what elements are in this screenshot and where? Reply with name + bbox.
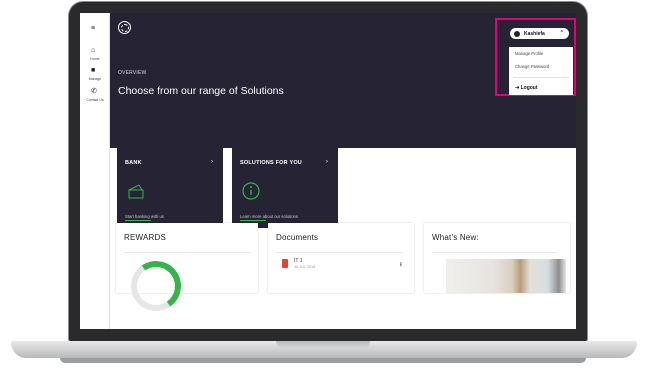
card-icon	[128, 184, 144, 199]
card-title: SOLUTIONS FOR YOU	[240, 160, 302, 166]
page-title: Choose from our range of Solutions	[118, 85, 284, 97]
card-underline	[240, 220, 266, 221]
sidebar-item-contact[interactable]: Contact Us	[80, 98, 110, 102]
hamburger-menu-icon[interactable]: ≡	[91, 25, 95, 32]
chevron-right-icon: ›	[326, 159, 328, 165]
bank-card[interactable]: BANK › Start banking with us	[117, 146, 223, 228]
phone-icon[interactable]: ✆	[91, 88, 97, 95]
divider	[276, 252, 402, 253]
rewards-gauge	[127, 257, 185, 315]
laptop-mockup: ≡ ⌂ Home ■ Manage ✆ Contact Us OVERVIEW …	[0, 0, 646, 375]
manage-profile-item[interactable]: Manage Profile	[515, 51, 543, 56]
whats-new-panel: What's New:	[424, 223, 570, 293]
panel-title: What's New:	[432, 233, 479, 242]
sidebar-item-manage[interactable]: Manage	[80, 77, 110, 81]
menu-divider	[513, 77, 569, 78]
username: Kashiefa	[524, 30, 545, 37]
home-icon[interactable]: ⌂	[91, 47, 95, 54]
chevron-right-icon: ›	[211, 159, 213, 165]
card-link[interactable]: Start banking with us	[125, 214, 164, 219]
rewards-panel: REWARDS	[116, 223, 258, 315]
news-image[interactable]	[446, 259, 566, 293]
pdf-icon	[282, 259, 288, 268]
divider	[124, 252, 250, 253]
logout-item[interactable]: ⇥ Logout	[515, 85, 538, 91]
user-dropdown-menu: Manage Profile Change Password ⇥ Logout	[509, 47, 573, 95]
panel-title: REWARDS	[124, 233, 166, 242]
sidebar: ≡ ⌂ Home ■ Manage ✆ Contact Us	[80, 13, 110, 329]
divider	[432, 252, 558, 253]
sidebar-item-home[interactable]: Home	[80, 57, 110, 61]
card-title: BANK	[125, 160, 142, 166]
info-icon	[242, 182, 260, 200]
documents-panel: Documents IT 1 06 JUL 2018 ⭳	[268, 223, 414, 293]
change-password-item[interactable]: Change Password	[515, 64, 549, 69]
document-date: 06 JUL 2018	[294, 265, 316, 269]
panel-title: Documents	[276, 233, 319, 242]
laptop-notch	[276, 341, 370, 349]
overview-label: OVERVIEW	[118, 70, 147, 76]
brand-logo-icon[interactable]	[118, 21, 131, 34]
card-link[interactable]: Learn more about our solutions	[240, 214, 298, 219]
chevron-up-icon: ⌃	[559, 30, 564, 36]
user-avatar-icon	[514, 30, 520, 37]
app-screen: ≡ ⌂ Home ■ Manage ✆ Contact Us OVERVIEW …	[80, 13, 576, 329]
user-menu-highlight: Kashiefa ⌃ Manage Profile Change Passwor…	[495, 18, 576, 96]
laptop-foot	[60, 358, 586, 363]
logout-icon: ⇥	[515, 85, 520, 91]
document-name[interactable]: IT 1	[294, 258, 303, 264]
briefcase-icon[interactable]: ■	[91, 67, 95, 74]
user-menu-button[interactable]: Kashiefa ⌃	[510, 28, 569, 39]
solutions-card[interactable]: SOLUTIONS FOR YOU › Learn more about our…	[232, 146, 338, 228]
card-underline	[125, 220, 151, 221]
download-icon[interactable]: ⭳	[400, 260, 402, 270]
